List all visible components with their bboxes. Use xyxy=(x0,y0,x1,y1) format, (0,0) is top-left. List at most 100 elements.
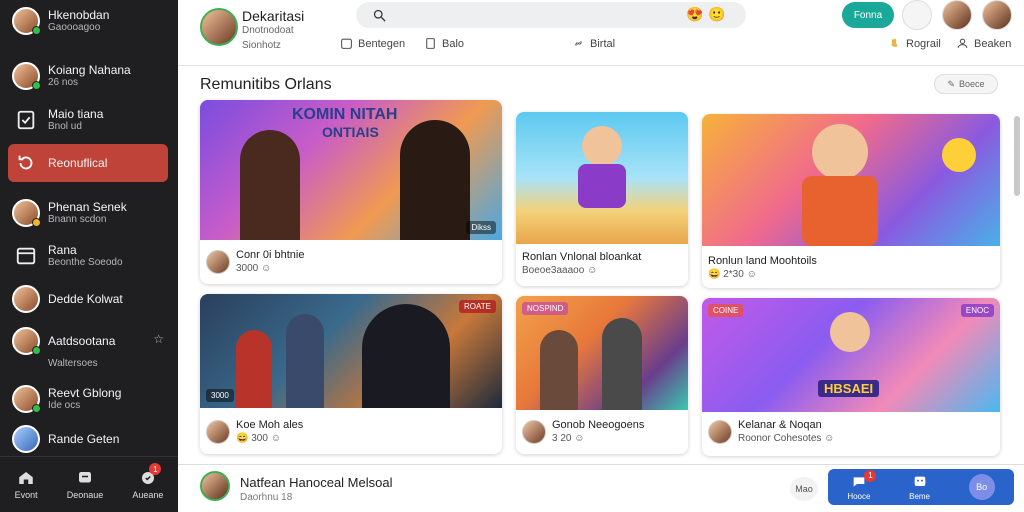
profile-avatar[interactable] xyxy=(200,8,238,46)
sidebar-item-1[interactable]: Koiang Nahana 26 nos xyxy=(8,57,168,95)
filter-pill[interactable]: ✎ Boece xyxy=(934,74,998,94)
calendar-icon xyxy=(341,38,352,49)
content-card[interactable]: 3000 ROATE Koe Moh ales 😄 300 ☺ xyxy=(200,294,502,454)
avatar xyxy=(522,419,546,444)
card-image: KOMIN NITAH ONTIAIS Dikss xyxy=(200,100,502,240)
sidebar-item-title: Rande Geten xyxy=(48,431,120,446)
card-meta: Ronlun land Moohtoils 😄 2*30 ☺ xyxy=(708,254,817,281)
avatar xyxy=(12,7,41,35)
messages-label: Hooce xyxy=(847,491,871,501)
avatar xyxy=(206,419,230,444)
card-banner: KOMIN NITAH xyxy=(292,106,398,123)
right-link-1[interactable]: Beaken xyxy=(956,37,1011,50)
hand-icon xyxy=(891,38,898,47)
search-input[interactable] xyxy=(395,9,675,21)
pin-button[interactable] xyxy=(902,0,932,30)
card-stat: Boeoe3aaaoo ☺ xyxy=(522,265,598,277)
chat-icon xyxy=(78,472,91,483)
card-tag: ENOC xyxy=(960,304,994,317)
sidebar-item-title: Aatdsootana xyxy=(48,333,116,348)
right-link-label: Beaken xyxy=(974,37,1012,50)
messages-button[interactable]: 1 Hooce xyxy=(847,469,877,501)
avatar xyxy=(206,249,230,274)
character-figure xyxy=(400,120,470,240)
profile-status: Dnotnodoat xyxy=(242,25,294,36)
character-figure xyxy=(578,164,626,208)
avatar xyxy=(12,425,40,453)
card-banner: HBSAEI xyxy=(818,380,880,397)
card-tag: NOSPIND xyxy=(522,302,569,315)
sidebar-item-sub: Ide ocs xyxy=(48,400,81,412)
sidebar: Hkenobdan Gaoooagoo Koiang Nahana 26 nos M… xyxy=(0,0,178,512)
sidebar-item-8[interactable]: Reevt Gblong Ide ocs xyxy=(8,380,168,418)
notification-badge: 1 xyxy=(149,463,162,475)
document-icon xyxy=(12,106,40,134)
notifications-label: Aueane xyxy=(132,490,164,500)
sidebar-item-0[interactable]: Hkenobdan Gaoooagoo xyxy=(8,2,168,40)
avatar xyxy=(12,199,41,227)
sidebar-item-title: Koiang Nahana xyxy=(48,62,131,77)
count-button[interactable]: Mao xyxy=(790,477,818,501)
sidebar-item-9[interactable]: Rande Geten xyxy=(8,420,168,458)
card-stat: 3000 ☺ xyxy=(236,263,272,275)
bottom-sub: Daorhnu 18 xyxy=(240,492,293,503)
avatar xyxy=(12,327,41,355)
edit-icon: ✎ xyxy=(947,78,955,89)
content-card[interactable]: Ronlun land Moohtoils 😄 2*30 ☺ xyxy=(702,114,1000,288)
sidebar-item-7[interactable]: Aatdsootana ☆ xyxy=(8,322,168,360)
link-1[interactable]: Balo xyxy=(424,37,464,50)
sidebar-item-title: Maio tiana xyxy=(48,106,104,121)
bookmark-icon xyxy=(426,38,435,49)
link-0[interactable]: Bentegen xyxy=(340,37,405,50)
profile-circle-button[interactable]: Bo xyxy=(968,474,995,500)
avatar xyxy=(12,385,41,413)
star-icon[interactable]: ☆ xyxy=(153,332,164,346)
refresh-icon xyxy=(12,149,40,177)
chat-button[interactable]: Deonaue xyxy=(67,469,103,500)
sidebar-item-5[interactable]: Rana Beonthe Soeodo xyxy=(8,237,168,275)
sidebar-item-sub: Gaoooagoo xyxy=(48,22,101,34)
sidebar-item-active[interactable]: Reonuflical xyxy=(8,144,168,182)
home-button[interactable]: Evont xyxy=(15,469,38,500)
card-meta: Conr 0i bhtnie 3000 ☺ xyxy=(206,248,305,275)
user-avatar-2[interactable] xyxy=(982,0,1012,30)
bottom-bar: Natfean Hanoceal Melsoal Daorhnu 18 Mao … xyxy=(178,464,1024,512)
character-figure xyxy=(830,312,870,352)
content-card[interactable]: KOMIN NITAH ONTIAIS Dikss Conr 0i bhtnie… xyxy=(200,100,502,284)
home-label: Evont xyxy=(14,490,38,500)
user-avatar-1[interactable] xyxy=(942,0,972,30)
link-2[interactable]: Birtal xyxy=(572,37,615,50)
emoji-sticker xyxy=(942,138,976,172)
link-label: Balo xyxy=(442,37,465,50)
window-icon xyxy=(12,242,40,270)
card-title: Kelanar & Noqan xyxy=(738,419,822,431)
emoji-icon[interactable]: 😍 xyxy=(686,6,703,23)
notifications-button[interactable]: 1 Aueane xyxy=(132,463,164,500)
content-card[interactable]: Ronlan Vnlonal bloankat Boeoe3aaaoo ☺ xyxy=(516,112,688,286)
sidebar-item-sub: Bnol ud xyxy=(48,121,82,133)
smile-icon[interactable]: 🙂 xyxy=(708,6,725,23)
sidebar-item-2[interactable]: Maio tiana Bnol ud xyxy=(8,101,168,139)
card-image xyxy=(516,112,688,244)
bottom-name: Natfean Hanoceal Melsoal xyxy=(240,475,393,490)
sidebar-item-6[interactable]: Dedde Kolwat xyxy=(8,280,168,318)
content-card[interactable]: NOSPIND Gonob Neeogoens 3 20 ☺ xyxy=(516,296,688,454)
sidebar-item-title: Dedde Kolwat xyxy=(48,291,123,306)
card-title: Ronlan Vnlonal bloankat xyxy=(522,251,642,263)
card-image: COINE ENOC HBSAEI xyxy=(702,298,1000,412)
section-title: Remunitibs Orlans xyxy=(200,76,332,93)
sidebar-item-title: Rana xyxy=(48,242,77,257)
scrollbar-thumb[interactable] xyxy=(1014,116,1020,196)
scrollbar[interactable] xyxy=(1014,116,1020,456)
primary-button[interactable]: Fonna xyxy=(842,2,894,28)
user-icon xyxy=(957,38,968,48)
content-card[interactable]: COINE ENOC HBSAEI Kelanar & Noqan Roonor … xyxy=(702,298,1000,456)
right-link-0[interactable]: Rograil xyxy=(888,37,941,50)
avatar xyxy=(12,62,41,90)
filter-pill-label: Boece xyxy=(959,79,985,89)
card-title: Gonob Neeogoens xyxy=(552,419,645,431)
game-button[interactable]: Beme xyxy=(909,474,930,501)
sidebar-item-4[interactable]: Phenan Senek Bnann scdon xyxy=(8,194,168,232)
card-tag: ROATE xyxy=(459,300,496,313)
avatar[interactable] xyxy=(200,471,230,501)
